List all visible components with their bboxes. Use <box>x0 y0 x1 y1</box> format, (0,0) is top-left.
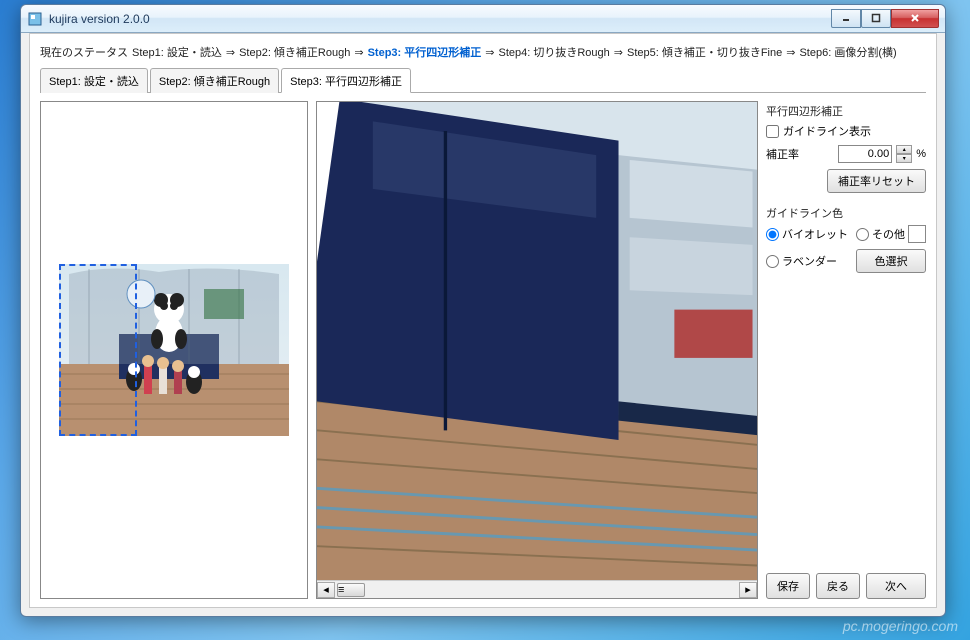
thumbnail-image <box>59 264 289 436</box>
guideline-color-label: ガイドライン色 <box>766 205 926 221</box>
preview-pane[interactable]: ◂ ≡ ▸ <box>316 101 758 599</box>
guideline-checkbox-label: ガイドライン表示 <box>783 123 871 139</box>
spinner-down-button[interactable]: ▾ <box>896 154 912 163</box>
settings-panel: 平行四辺形補正 ガイドライン表示 補正率 ▴ ▾ % <box>766 101 926 599</box>
maximize-button[interactable] <box>861 9 891 28</box>
correction-rate-label: 補正率 <box>766 146 834 162</box>
status-step-1: Step1: 設定・読込 <box>132 44 222 60</box>
app-icon <box>27 11 43 27</box>
spinner-up-button[interactable]: ▴ <box>896 145 912 154</box>
arrow-icon: ⇒ <box>786 46 795 59</box>
radio-other-label: その他 <box>872 226 905 242</box>
arrow-icon: ⇒ <box>614 46 623 59</box>
minimize-button[interactable] <box>831 9 861 28</box>
section-title: 平行四辺形補正 <box>766 103 926 119</box>
tab-step1[interactable]: Step1: 設定・読込 <box>40 68 148 93</box>
reset-correction-button[interactable]: 補正率リセット <box>827 169 926 193</box>
status-step-6: Step6: 画像分割(横) <box>799 44 896 60</box>
radio-lavender[interactable] <box>766 255 779 268</box>
guideline-checkbox[interactable] <box>766 125 779 138</box>
app-window: kujira version 2.0.0 現在のステータス Step1: 設定・… <box>20 4 946 617</box>
scroll-right-button[interactable]: ▸ <box>739 582 757 598</box>
window-title: kujira version 2.0.0 <box>49 12 831 26</box>
status-step-4: Step4: 切り抜きRough <box>498 44 609 60</box>
arrow-icon: ⇒ <box>226 46 235 59</box>
preview-image <box>317 102 757 580</box>
radio-violet-label: バイオレット <box>782 226 848 242</box>
radio-other[interactable] <box>856 228 869 241</box>
selection-rectangle[interactable] <box>59 264 137 436</box>
status-step-5: Step5: 傾き補正・切り抜きFine <box>627 44 782 60</box>
next-button[interactable]: 次へ <box>866 573 926 599</box>
status-step-3: Step3: 平行四辺形補正 <box>368 44 482 60</box>
status-step-2: Step2: 傾き補正Rough <box>239 44 350 60</box>
arrow-icon: ⇒ <box>354 46 363 59</box>
radio-lavender-label: ラベンダー <box>782 253 837 269</box>
watermark: pc.mogeringo.com <box>843 618 958 634</box>
arrow-icon: ⇒ <box>485 46 494 59</box>
titlebar[interactable]: kujira version 2.0.0 <box>21 5 945 33</box>
scroll-thumb[interactable]: ≡ <box>337 583 365 597</box>
horizontal-scrollbar[interactable]: ◂ ≡ ▸ <box>317 580 757 598</box>
correction-rate-input[interactable] <box>838 145 892 163</box>
thumbnail-pane[interactable] <box>40 101 308 599</box>
main-area: ◂ ≡ ▸ 平行四辺形補正 ガイドライン表示 補正率 <box>40 93 926 599</box>
percent-label: % <box>916 148 926 160</box>
color-swatch[interactable] <box>908 225 926 243</box>
tab-step3[interactable]: Step3: 平行四辺形補正 <box>281 68 411 93</box>
correction-rate-spinner[interactable]: ▴ ▾ <box>896 145 912 163</box>
window-controls <box>831 10 939 28</box>
back-button[interactable]: 戻る <box>816 573 860 599</box>
scroll-left-button[interactable]: ◂ <box>317 582 335 598</box>
close-button[interactable] <box>891 9 939 28</box>
color-select-button[interactable]: 色選択 <box>856 249 926 273</box>
save-button[interactable]: 保存 <box>766 573 810 599</box>
tab-bar: Step1: 設定・読込 Step2: 傾き補正Rough Step3: 平行四… <box>40 68 926 93</box>
action-buttons: 保存 戻る 次へ <box>766 565 926 599</box>
status-bar: 現在のステータス Step1: 設定・読込 ⇒ Step2: 傾き補正Rough… <box>40 42 926 68</box>
tab-step2[interactable]: Step2: 傾き補正Rough <box>150 68 279 93</box>
status-label: 現在のステータス <box>40 44 128 60</box>
content-area: 現在のステータス Step1: 設定・読込 ⇒ Step2: 傾き補正Rough… <box>29 33 937 608</box>
radio-violet[interactable] <box>766 228 779 241</box>
